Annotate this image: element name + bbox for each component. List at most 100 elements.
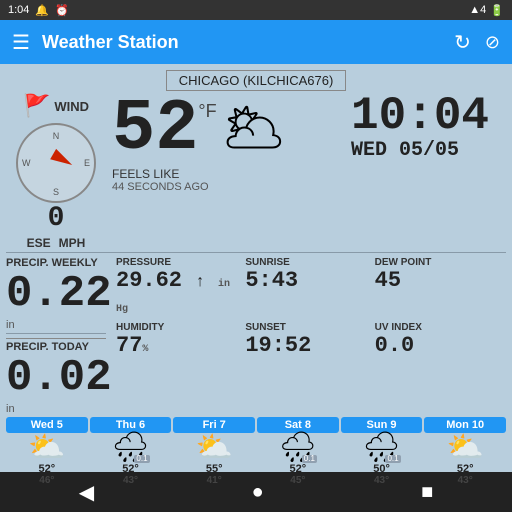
recent-button[interactable]: ■ xyxy=(421,481,433,504)
precip-badge: 0.1 xyxy=(385,455,400,463)
uvindex-cell: UV INDEX 0.0 xyxy=(371,320,500,360)
forecast-weather-icon: ⛅ xyxy=(28,431,65,464)
precip-badge: 0.1 xyxy=(134,455,149,463)
forecast-low: 43° xyxy=(374,475,389,486)
left-precip-col: PRECIP. WEEKLY 0.22 in PRECIP. TODAY 0.0… xyxy=(6,255,106,415)
sunrise-label: SUNRISE xyxy=(245,257,366,268)
forecast-high: 55° xyxy=(206,463,223,475)
precip-weekly-unit: in xyxy=(6,319,106,331)
time-ago: 44 SECONDS AGO xyxy=(112,181,345,193)
app-bar-right: ↻ ⊘ xyxy=(454,30,500,55)
app-title: Weather Station xyxy=(42,32,179,53)
wind-flag-icon: 🚩 xyxy=(23,93,50,119)
mid-row-1: PRESSURE 29.62 ↑ in Hg SUNRISE 5:43 DEW … xyxy=(112,255,500,320)
wind-section: 🚩 WIND N S W E 0 ESE MPH xyxy=(6,93,106,250)
forecast-icon-wrap: 🌧0.1 xyxy=(362,433,400,463)
forecast-low: 45° xyxy=(290,475,305,486)
forecast-high: 52° xyxy=(39,463,56,475)
forecast-day: Thu 6🌧0.152°43° xyxy=(90,417,172,486)
wind-label: WIND xyxy=(54,99,89,114)
uvindex-label: UV INDEX xyxy=(375,322,496,333)
status-time: 1:04 xyxy=(8,4,29,16)
wind-label-row: 🚩 WIND xyxy=(23,93,89,119)
main-content: CHICAGO (KILCHICA676) 🚩 WIND N S W E 0 E… xyxy=(0,64,512,472)
pressure-value: 29.62 ↑ in Hg xyxy=(116,268,237,318)
forecast-icon-wrap: ⛅ xyxy=(196,433,233,463)
wind-unit: MPH xyxy=(59,236,86,250)
forecast-icon-wrap: 🌧0.1 xyxy=(279,433,317,463)
compass-arrow xyxy=(50,149,75,170)
wind-dir-speed: ESE MPH xyxy=(27,236,86,250)
temperature-value: 52 xyxy=(112,93,198,165)
wind-speed: 0 xyxy=(48,203,65,234)
divider1 xyxy=(6,252,506,253)
forecast-day: Sun 9🌧0.150°43° xyxy=(341,417,423,486)
forecast-low: 41° xyxy=(207,475,222,486)
forecast-high: 52° xyxy=(122,463,139,475)
pressure-cell: PRESSURE 29.62 ↑ in Hg xyxy=(112,255,241,320)
current-weather-icon: 🌥 xyxy=(221,97,287,158)
forecast-day: Sat 8🌧0.152°45° xyxy=(257,417,339,486)
mid-data: PRESSURE 29.62 ↑ in Hg SUNRISE 5:43 DEW … xyxy=(106,255,506,415)
humidity-label: HUMIDITY xyxy=(116,322,237,333)
sunset-cell: SUNSET 19:52 xyxy=(241,320,370,360)
top-row: 🚩 WIND N S W E 0 ESE MPH 52 °F 🌥 xyxy=(6,93,506,250)
sunrise-value: 5:43 xyxy=(245,268,366,293)
alarm-icon: ⏰ xyxy=(55,4,69,17)
forecast-day: Wed 5⛅52°46° xyxy=(6,417,88,486)
precip-weekly-value: 0.22 xyxy=(6,269,106,319)
forecast-icon-wrap: ⛅ xyxy=(447,433,484,463)
notification-icon: 🔔 xyxy=(35,4,49,17)
precip-today-value: 0.02 xyxy=(6,353,106,403)
precip-today-unit: in xyxy=(6,403,106,415)
app-bar: ☰ Weather Station ↻ ⊘ xyxy=(0,20,512,64)
dewpoint-value: 45 xyxy=(375,268,496,293)
precip-today-label: PRECIP. TODAY xyxy=(6,338,106,353)
forecast-icon-wrap: ⛅ xyxy=(28,433,65,463)
dewpoint-label: DEW POINT xyxy=(375,257,496,268)
right-section: 10:04 WED 05/05 xyxy=(351,93,506,162)
forecast-low: 43° xyxy=(123,475,138,486)
forecast-low: 43° xyxy=(458,475,473,486)
battery-icon: 🔋 xyxy=(490,4,504,17)
forecast-high: 52° xyxy=(457,463,474,475)
precip-weekly-label: PRECIP. WEEKLY xyxy=(6,257,106,269)
refresh-icon[interactable]: ↻ xyxy=(454,30,471,55)
clock-display: 10:04 xyxy=(351,93,506,139)
forecast-high: 50° xyxy=(373,463,390,475)
forecast-day: Mon 10⛅52°43° xyxy=(424,417,506,486)
wifi-icon: ▲4 xyxy=(469,4,486,16)
feels-like-label: FEELS LIKE xyxy=(112,167,345,181)
forecast-high: 52° xyxy=(290,463,307,475)
precip-badge: 0.1 xyxy=(302,455,317,463)
forecast-weather-icon: ⛅ xyxy=(447,431,484,464)
menu-icon[interactable]: ☰ xyxy=(12,30,30,55)
center-section: 52 °F 🌥 FEELS LIKE 44 SECONDS AGO xyxy=(106,93,351,193)
forecast-low: 46° xyxy=(39,475,54,486)
status-bar: 1:04 🔔 ⏰ ▲4 🔋 xyxy=(0,0,512,20)
sunset-value: 19:52 xyxy=(245,333,366,358)
home-button[interactable]: ● xyxy=(252,481,264,504)
dewpoint-cell: DEW POINT 45 xyxy=(371,255,500,320)
temperature-unit: °F xyxy=(198,101,216,122)
status-right: ▲4 🔋 xyxy=(469,4,504,17)
back-button[interactable]: ◀ xyxy=(79,480,94,505)
wind-compass: N S W E xyxy=(16,123,96,203)
pressure-label: PRESSURE xyxy=(116,257,237,268)
date-display: WED 05/05 xyxy=(351,139,506,162)
wind-direction: ESE xyxy=(27,236,51,250)
forecast-day: Fri 7⛅55°41° xyxy=(173,417,255,486)
sunrise-cell: SUNRISE 5:43 xyxy=(241,255,370,320)
divider-precip xyxy=(6,333,106,334)
app-bar-left: ☰ Weather Station xyxy=(12,30,179,55)
uvindex-value: 0.0 xyxy=(375,333,496,358)
bottom-data: PRECIP. WEEKLY 0.22 in PRECIP. TODAY 0.0… xyxy=(6,255,506,415)
mid-row-2: HUMIDITY 77% SUNSET 19:52 UV INDEX 0.0 xyxy=(112,320,500,360)
temp-row: 52 °F 🌥 xyxy=(112,93,345,165)
sunset-label: SUNSET xyxy=(245,322,366,333)
forecast-icon-wrap: 🌧0.1 xyxy=(111,433,149,463)
forecast-weather-icon: ⛅ xyxy=(196,431,233,464)
status-left: 1:04 🔔 ⏰ xyxy=(8,4,69,17)
location-off-icon[interactable]: ⊘ xyxy=(485,32,500,53)
humidity-cell: HUMIDITY 77% xyxy=(112,320,241,360)
